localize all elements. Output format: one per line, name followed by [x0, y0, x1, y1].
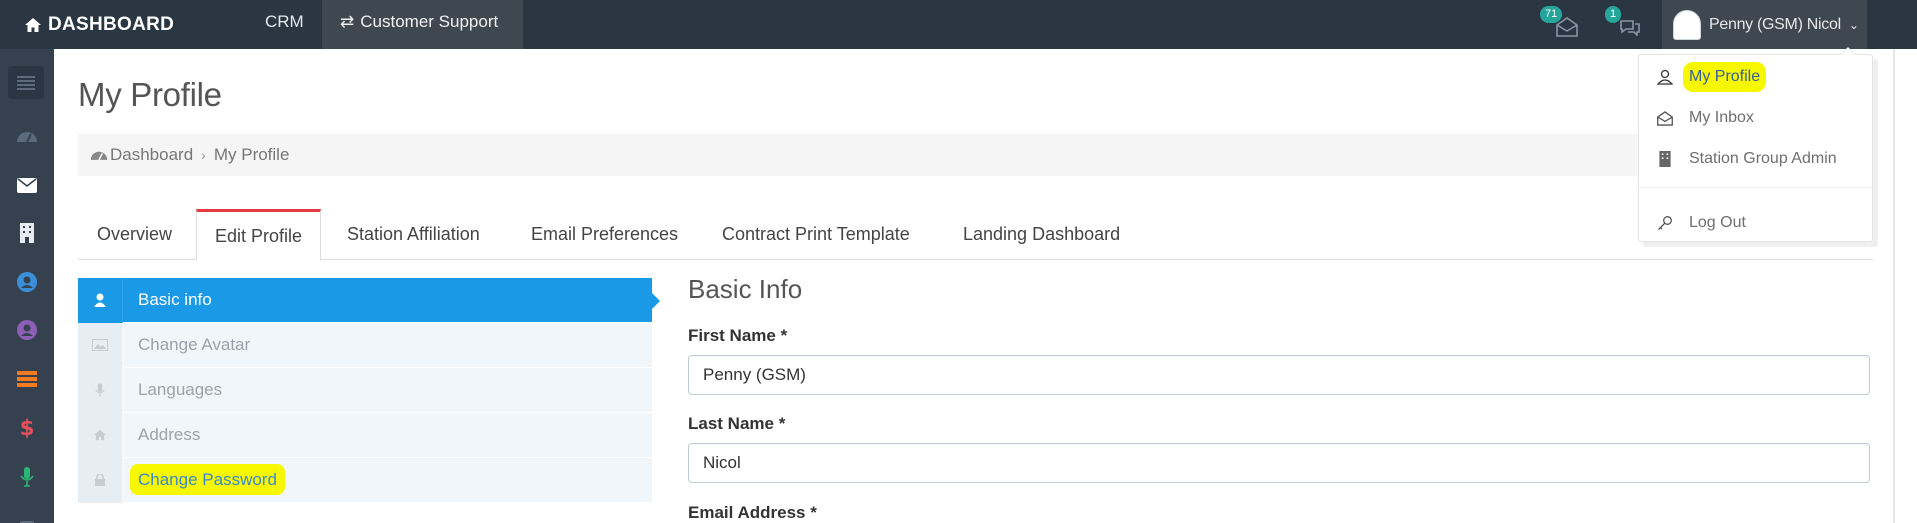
building-icon: [20, 223, 34, 243]
generic-icon: [20, 521, 34, 523]
last-name-field[interactable]: Nicol: [688, 443, 1870, 483]
sidebar-item-inventory[interactable]: [0, 355, 54, 403]
tab-station-affiliation[interactable]: Station Affiliation: [347, 209, 480, 260]
chevron-down-icon: ⌄: [1848, 17, 1859, 32]
user-name: Penny (GSM) Nicol: [1709, 15, 1841, 33]
tachometer-icon: [90, 151, 108, 161]
user-circle-purple-icon: [17, 320, 37, 340]
sidebar-item-building[interactable]: [0, 209, 54, 257]
switch-arrows-icon: ⇄: [340, 11, 355, 31]
first-name-label: First Name *: [688, 326, 788, 345]
dropdown-item-log-out[interactable]: Log Out: [1639, 205, 1872, 241]
tab-overview[interactable]: Overview: [97, 209, 172, 260]
menu-item-basic-info[interactable]: Basic info: [78, 277, 660, 323]
dropdown-item-my-inbox[interactable]: My Inbox: [1639, 100, 1872, 136]
user-dropdown-menu: My Profile My Inbox Station Group Admin …: [1638, 47, 1873, 242]
microphone-icon: [20, 467, 34, 487]
sidebar-item-dashboard[interactable]: [0, 112, 54, 160]
envelope-icon: [17, 177, 37, 193]
envelope-open-icon: [1657, 110, 1673, 126]
building-icon: [1659, 151, 1671, 167]
mail-count-badge: 71: [1540, 6, 1563, 23]
mail-notifications[interactable]: 71: [1540, 6, 1580, 46]
menu-item-label: Basic info: [138, 290, 212, 309]
picture-icon: [92, 339, 108, 351]
edit-profile-menu: Basic info Change Avatar Languages Addre…: [78, 277, 660, 503]
nav-customer-support-label: Customer Support: [360, 11, 499, 31]
sidebar-item-more[interactable]: [0, 501, 54, 523]
user-circle-icon: [17, 272, 37, 292]
menu-item-languages[interactable]: Languages: [78, 367, 652, 413]
chat-count-badge: 1: [1605, 6, 1622, 23]
lock-icon: [95, 474, 105, 486]
dropdown-item-label: My Inbox: [1689, 109, 1754, 126]
avatar: [1673, 9, 1701, 40]
menu-item-label: Change Password: [130, 464, 285, 495]
menu-item-label: Change Avatar: [138, 335, 251, 354]
tab-edit-profile[interactable]: Edit Profile: [196, 209, 322, 261]
sidebar-item-billing[interactable]: $: [0, 404, 54, 452]
home-icon: [94, 429, 106, 441]
top-navbar: DASHBOARD CRM ⇄ Customer Support 71 1 Pe…: [0, 0, 1917, 49]
dashboard-brand-link[interactable]: DASHBOARD: [24, 0, 174, 49]
dropdown-item-station-group-admin[interactable]: Station Group Admin: [1639, 141, 1872, 177]
stack-bars-icon: [17, 371, 37, 387]
menu-item-change-password[interactable]: Change Password: [78, 457, 652, 503]
sidebar-item-mail[interactable]: [0, 161, 54, 209]
profile-tabs: Overview Edit Profile Station Affiliatio…: [78, 209, 1873, 261]
dropdown-item-label: Log Out: [1689, 214, 1746, 231]
tab-email-preferences[interactable]: Email Preferences: [531, 209, 678, 260]
first-name-field[interactable]: Penny (GSM): [688, 355, 1870, 395]
form-section-title: Basic Info: [688, 274, 803, 304]
user-icon: [94, 293, 106, 307]
dropdown-item-my-profile[interactable]: My Profile: [1639, 59, 1872, 95]
user-menu-toggle[interactable]: Penny (GSM) Nicol ⌄: [1662, 0, 1867, 49]
chat-notifications[interactable]: 1: [1605, 6, 1645, 46]
breadcrumb: Dashboard › My Profile: [78, 134, 1873, 176]
dollar-icon: $: [19, 416, 35, 440]
menu-item-label: Languages: [138, 380, 223, 399]
tachometer-icon: [17, 132, 37, 143]
breadcrumb-current: My Profile: [213, 145, 290, 164]
menu-item-label: Address: [138, 425, 201, 444]
email-label: Email Address *: [688, 503, 817, 522]
sidebar-toggle-button[interactable]: [8, 66, 44, 99]
tab-landing-dashboard[interactable]: Landing Dashboard: [963, 209, 1120, 260]
sidebar-item-user[interactable]: [0, 258, 54, 306]
nav-crm[interactable]: CRM: [265, 0, 304, 49]
dropdown-item-label: My Profile: [1683, 62, 1767, 92]
nav-customer-support[interactable]: ⇄ Customer Support: [322, 0, 523, 49]
microphone-icon: [95, 382, 105, 397]
sidebar-item-contacts[interactable]: [0, 306, 54, 354]
dropdown-divider: [1639, 187, 1872, 188]
chevron-right-icon: ›: [201, 147, 206, 163]
menu-item-address[interactable]: Address: [78, 412, 652, 458]
menu-lines-icon: [17, 75, 35, 90]
page-title: My Profile: [78, 76, 222, 113]
key-icon: [1658, 216, 1672, 230]
dropdown-item-label: Station Group Admin: [1689, 150, 1837, 167]
home-icon: [25, 17, 41, 32]
comments-icon: [1620, 20, 1640, 36]
sidebar-item-audio[interactable]: [0, 453, 54, 501]
tab-contract-print-template[interactable]: Contract Print Template: [722, 209, 910, 260]
menu-item-change-avatar[interactable]: Change Avatar: [78, 322, 652, 368]
breadcrumb-dashboard[interactable]: Dashboard: [110, 145, 193, 165]
sidebar-rail: $: [0, 49, 54, 523]
last-name-label: Last Name *: [688, 414, 786, 433]
brand-label: DASHBOARD: [48, 13, 175, 35]
scrollbar[interactable]: [1893, 49, 1895, 523]
user-icon: [1657, 69, 1673, 85]
